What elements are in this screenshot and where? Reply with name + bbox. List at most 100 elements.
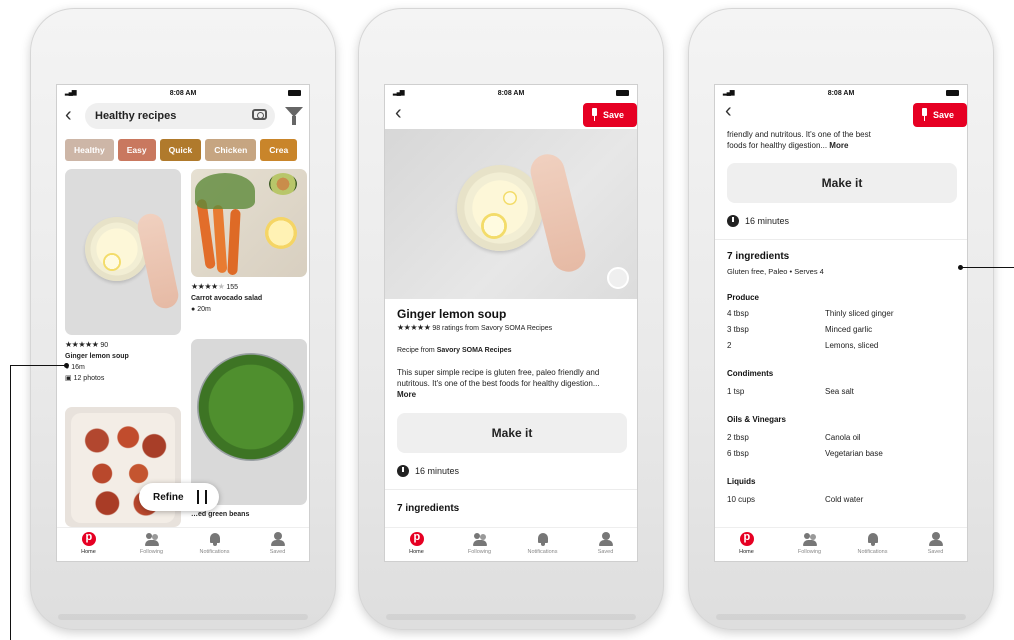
tab-bar: Home Following Notifications Saved: [715, 527, 967, 561]
bell-icon: [866, 532, 880, 546]
save-label: Save: [933, 110, 955, 120]
chip-healthy[interactable]: Healthy: [65, 139, 114, 161]
chip-quick[interactable]: Quick: [159, 139, 202, 161]
marketing-stage: ▂▄▆ 8:08 AM ‹ Healthy recipes Healthy Ea…: [0, 0, 1014, 640]
ingredient-name: Sea salt: [825, 387, 854, 396]
people-icon: [144, 532, 159, 546]
make-it-label: Make it: [491, 426, 533, 440]
pin-icon: [592, 108, 597, 121]
ingredient-name: Vegetarian base: [825, 449, 883, 458]
tab-home[interactable]: Home: [385, 528, 448, 561]
camera-icon[interactable]: [252, 109, 267, 120]
tab-following[interactable]: Following: [448, 528, 511, 561]
rating-stars: ★★★★★: [65, 340, 99, 349]
rating-star-empty: ★: [217, 282, 225, 291]
section-condiments: Condiments: [727, 369, 774, 378]
pin-time: 20m: [197, 306, 211, 313]
battery-icon: [288, 90, 301, 96]
battery-icon: [946, 90, 959, 96]
status-bar: ▂▄▆ 8:08 AM: [385, 85, 637, 101]
status-time: 8:08 AM: [169, 89, 197, 97]
status-time: 8:08 AM: [497, 89, 525, 97]
user-icon: [598, 532, 613, 546]
signal-icon: ▂▄▆: [393, 90, 405, 96]
divider: [715, 239, 967, 240]
back-icon[interactable]: ‹: [725, 101, 732, 121]
save-button[interactable]: Save: [583, 103, 637, 127]
bell-icon: [208, 532, 222, 546]
pin-title: Carrot avocado salad: [191, 295, 263, 302]
filter-icon[interactable]: [285, 107, 303, 125]
recipe-source: Recipe from Savory SOMA Recipes: [397, 347, 512, 354]
tab-label: Notifications: [857, 549, 888, 555]
make-it-label: Make it: [821, 176, 863, 190]
section-oils-vinegars: Oils & Vinegars: [727, 415, 786, 424]
description-text: This super simple recipe is gluten free,…: [397, 368, 600, 388]
ingredient-qty: 4 tbsp: [727, 309, 749, 318]
avocado: [269, 173, 297, 195]
ginger-slice: [503, 191, 517, 205]
description-text: friendly and nutritous. It's one of the …: [727, 130, 871, 139]
ingredient-name: Lemons, sliced: [825, 341, 879, 350]
tab-label: Home: [81, 549, 96, 555]
ingredient-qty: 10 cups: [727, 495, 756, 504]
make-it-button[interactable]: Make it: [727, 163, 957, 203]
phone-recipe-detail: ▂▄▆ 8:08 AM ‹ Save Ginger lemon soup ★★★…: [358, 8, 664, 630]
recipe-title: Ginger lemon soup: [397, 307, 507, 321]
tab-home[interactable]: Home: [715, 528, 778, 561]
make-it-button[interactable]: Make it: [397, 413, 627, 453]
tab-following[interactable]: Following: [778, 528, 841, 561]
tab-notifications[interactable]: Notifications: [183, 528, 246, 561]
tab-label: Notifications: [199, 549, 230, 555]
phone-screen: ▂▄▆ 8:08 AM ‹ Save friendly and nutritou…: [714, 84, 968, 562]
pin-image-green-beans[interactable]: [191, 339, 307, 505]
back-icon[interactable]: ‹: [395, 103, 402, 123]
status-bar: ▂▄▆ 8:08 AM: [57, 85, 309, 101]
filter-chips: Healthy Easy Quick Chicken Crea: [65, 139, 309, 161]
phone-search-results: ▂▄▆ 8:08 AM ‹ Healthy recipes Healthy Ea…: [30, 8, 336, 630]
refine-label: Refine: [153, 491, 184, 503]
search-input[interactable]: Healthy recipes: [85, 103, 275, 129]
tab-label: Following: [797, 549, 822, 555]
chip-chicken[interactable]: Chicken: [205, 139, 257, 161]
tab-saved[interactable]: Saved: [574, 528, 637, 561]
pin-image-ginger-soup[interactable]: [65, 169, 181, 335]
signal-icon: ▂▄▆: [723, 90, 735, 96]
tab-following[interactable]: Following: [120, 528, 183, 561]
pin-time: 16m: [71, 364, 85, 371]
chip-creamy[interactable]: Crea: [260, 139, 298, 161]
section-liquids: Liquids: [727, 477, 756, 486]
pin-image-carrot-salad[interactable]: [191, 169, 307, 277]
clock-icon: ●: [191, 306, 196, 313]
back-icon[interactable]: ‹: [65, 105, 72, 125]
duration: 16 minutes: [415, 466, 460, 476]
more-link[interactable]: More: [397, 390, 416, 399]
more-link[interactable]: More: [829, 141, 848, 150]
ingredient-qty: 6 tbsp: [727, 449, 749, 458]
pinterest-icon: [739, 531, 754, 546]
tab-notifications[interactable]: Notifications: [841, 528, 904, 561]
user-icon: [928, 532, 943, 546]
refine-button[interactable]: Refine: [139, 483, 219, 511]
rating-count: 155: [226, 284, 238, 291]
visual-search-icon[interactable]: [607, 267, 629, 289]
tab-notifications[interactable]: Notifications: [511, 528, 574, 561]
save-button[interactable]: Save: [913, 103, 967, 127]
people-icon: [472, 532, 487, 546]
recipe-source-link[interactable]: Savory SOMA Recipes: [437, 347, 512, 354]
pin-icon: [922, 108, 927, 121]
tab-home[interactable]: Home: [57, 528, 120, 561]
pinterest-icon: [81, 531, 96, 546]
tab-bar: Home Following Notifications Saved: [57, 527, 309, 561]
pin-meta-ginger-soup: ★★★★★ 90 Ginger lemon soup ● 16m ▣ 12 ph…: [65, 339, 129, 384]
ingredient-qty: 2: [727, 341, 732, 350]
chip-easy[interactable]: Easy: [117, 139, 156, 161]
pin-photos: 12 photos: [73, 375, 105, 382]
tab-saved[interactable]: Saved: [246, 528, 309, 561]
ingredient-name: Minced garlic: [825, 325, 873, 334]
recipe-description: This super simple recipe is gluten free,…: [397, 367, 617, 400]
section-produce: Produce: [727, 293, 760, 302]
rating-count: 90: [100, 342, 109, 349]
tab-saved[interactable]: Saved: [904, 528, 967, 561]
pin-title: …ed green beans: [191, 511, 250, 518]
